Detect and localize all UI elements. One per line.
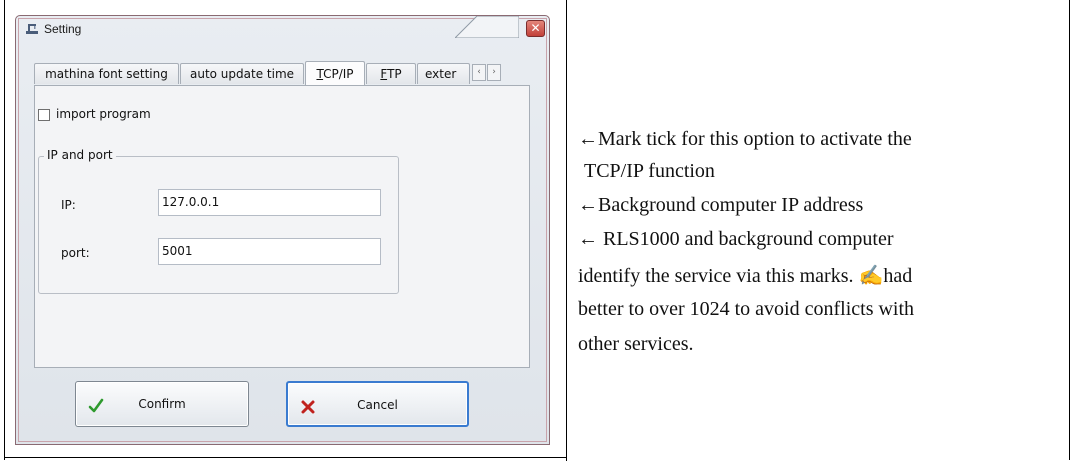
- tab-scroll-right-button[interactable]: ›: [487, 64, 501, 81]
- desc-line-6: better to over 1024 to avoid conflicts w…: [578, 298, 915, 320]
- confirm-button[interactable]: Confirm: [75, 381, 249, 427]
- ip-port-group-title: IP and port: [44, 148, 116, 162]
- cancel-button[interactable]: Cancel: [286, 381, 469, 427]
- close-icon: ✕: [530, 21, 541, 35]
- tab-exter[interactable]: exter: [417, 63, 470, 84]
- tab-ftp[interactable]: FTP: [366, 63, 416, 84]
- desc-line-5: identify the service via this marks. ✍ha…: [578, 265, 913, 287]
- desc-line-2: TCP/IP function: [584, 160, 715, 182]
- close-button[interactable]: ✕: [526, 20, 545, 37]
- title-decoration: [455, 16, 519, 38]
- window-title: Setting: [44, 22, 82, 36]
- table-divider: [566, 0, 567, 461]
- desc-line-3: ←Background computer IP address: [578, 194, 864, 216]
- tab-scroll-left-button[interactable]: ‹: [472, 64, 486, 81]
- tab-font-setting[interactable]: mathina font setting: [34, 63, 179, 84]
- setting-window-icon: [26, 24, 38, 34]
- tab-auto-update-time[interactable]: auto update time: [180, 63, 304, 84]
- cancel-button-label: Cancel: [357, 398, 398, 412]
- ip-label: IP:: [61, 198, 76, 212]
- desc-line-1: ←Mark tick for this option to activate t…: [578, 128, 912, 150]
- tab-tcp-ip[interactable]: TCP/IP: [305, 61, 365, 85]
- desc-line-4: ← RLS1000 and background computer: [578, 228, 894, 250]
- ip-input[interactable]: 127.0.0.1: [158, 189, 381, 216]
- port-label: port:: [61, 246, 90, 260]
- ip-port-group: [38, 156, 399, 294]
- desc-line-7: other services.: [578, 333, 694, 355]
- import-program-label: import program: [56, 107, 151, 121]
- table-bottom-border: [4, 457, 567, 458]
- port-input[interactable]: 5001: [158, 238, 381, 265]
- confirm-button-label: Confirm: [138, 397, 186, 411]
- tab-strip: mathina font setting auto update time TC…: [34, 61, 530, 85]
- tab-ftp-rest: TP: [387, 67, 402, 81]
- title-bar[interactable]: Setting ✕: [16, 16, 549, 44]
- tab-tcp-ip-rest: CP/IP: [323, 67, 354, 81]
- import-program-checkbox[interactable]: [38, 109, 50, 121]
